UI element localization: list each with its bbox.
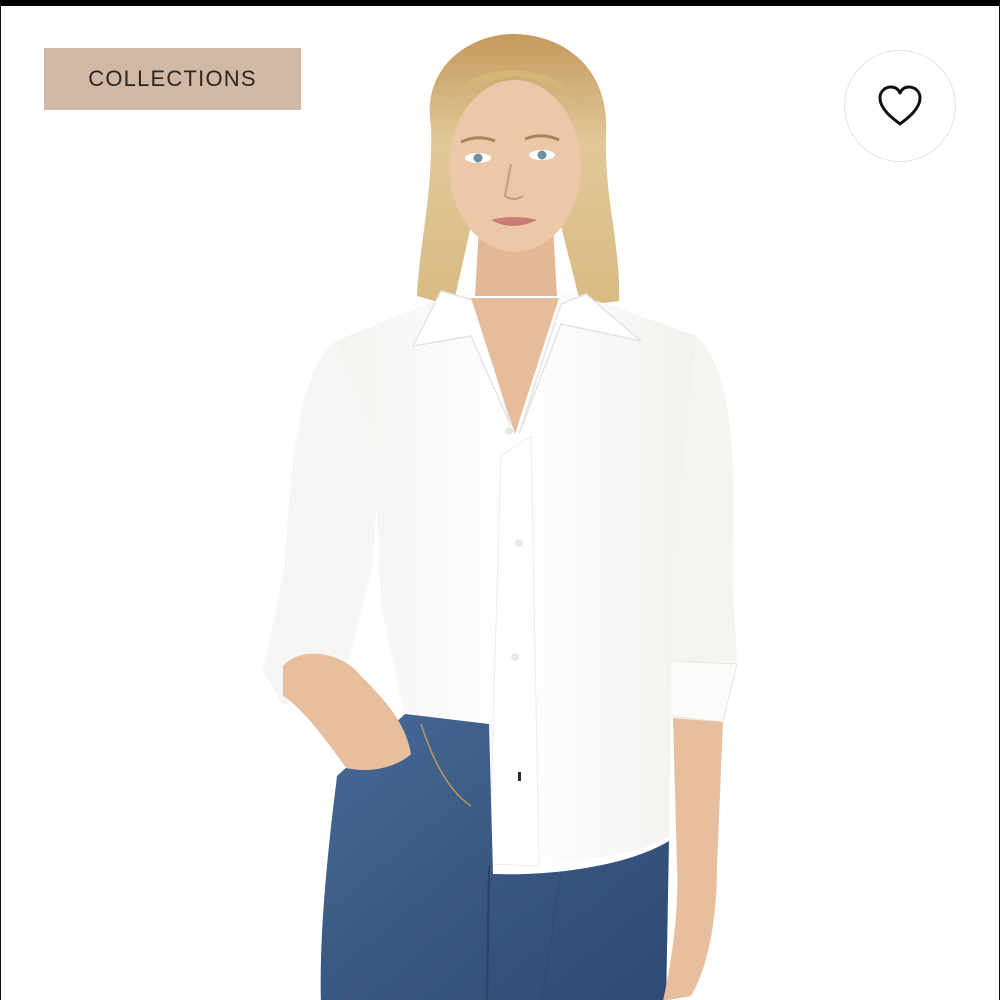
- heart-outline-icon: [878, 85, 922, 126]
- collections-tag[interactable]: COLLECTIONS: [44, 48, 301, 110]
- favorite-button[interactable]: [844, 50, 956, 162]
- product-image-card: COLLECTIONS: [0, 0, 1000, 1000]
- face: [449, 80, 581, 252]
- product-photo: [263, 34, 738, 1000]
- hand: [283, 653, 411, 771]
